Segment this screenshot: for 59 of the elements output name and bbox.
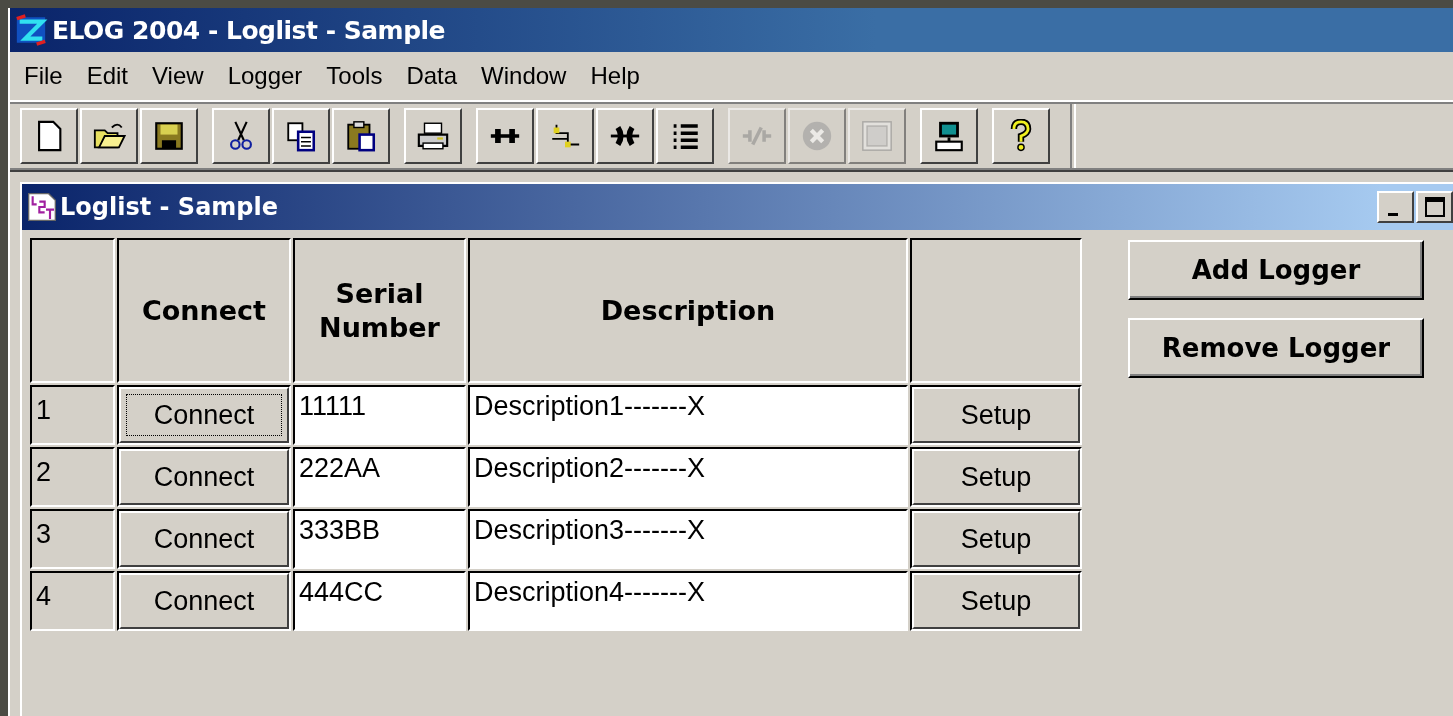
toolbar-button[interactable]: [992, 108, 1050, 164]
toolbar-button[interactable]: [272, 108, 330, 164]
menu-item[interactable]: Edit: [76, 62, 143, 90]
toolbar-button[interactable]: [140, 108, 198, 164]
connect-button[interactable]: Connect: [119, 511, 289, 567]
column-header: Connect: [117, 238, 291, 383]
serial-number-cell[interactable]: 333BB: [293, 509, 466, 569]
child-window-title: Loglist - Sample: [60, 193, 278, 221]
menu-item[interactable]: View: [142, 62, 218, 90]
menu-item[interactable]: Data: [396, 62, 472, 90]
row-number: 4: [30, 571, 115, 631]
toolbar-button[interactable]: [80, 108, 138, 164]
minimize-icon: [1387, 212, 1398, 216]
row-number: 1: [30, 385, 115, 445]
description-cell[interactable]: Description1-------X: [468, 385, 908, 445]
connect-button[interactable]: Connect: [119, 387, 289, 443]
maximize-icon: [1423, 196, 1446, 218]
toolbar-button[interactable]: [656, 108, 714, 164]
toolbar-button[interactable]: [596, 108, 654, 164]
menu-item[interactable]: Tools: [316, 62, 397, 90]
grid-icon: [860, 119, 894, 153]
row-number: 2: [30, 447, 115, 507]
copy-icon: [284, 119, 318, 153]
serial-number-cell[interactable]: 11111: [293, 385, 466, 445]
cross-circle-icon: [800, 119, 834, 153]
toolbar-button[interactable]: [404, 108, 462, 164]
toolbar-button[interactable]: [20, 108, 78, 164]
setup-button[interactable]: Setup: [912, 449, 1080, 505]
menu-item[interactable]: File: [14, 62, 77, 90]
description-cell[interactable]: Description4-------X: [468, 571, 908, 631]
clipboard-icon: [344, 119, 378, 153]
column-header: Description: [468, 238, 908, 383]
connect-button[interactable]: Connect: [119, 573, 289, 629]
toolbar-button[interactable]: [476, 108, 534, 164]
row-number: 3: [30, 509, 115, 569]
logger-button[interactable]: Remove Logger: [1128, 318, 1424, 378]
description-cell[interactable]: Description3-------X: [468, 509, 908, 569]
serial-number-cell[interactable]: 222AA: [293, 447, 466, 507]
window-title: ELOG 2004 - Loglist - Sample: [52, 15, 446, 45]
toolbar-button[interactable]: [536, 108, 594, 164]
toolbar-button[interactable]: [332, 108, 390, 164]
serial-number-cell[interactable]: 444CC: [293, 571, 466, 631]
description-cell[interactable]: Description2-------X: [468, 447, 908, 507]
setup-button[interactable]: Setup: [912, 573, 1080, 629]
connect-button[interactable]: Connect: [119, 449, 289, 505]
app-logo-icon: [14, 13, 48, 47]
menu-item[interactable]: Logger: [217, 62, 317, 90]
toolbar-button[interactable]: [920, 108, 978, 164]
minimize-button[interactable]: [1377, 191, 1414, 223]
setup-button[interactable]: Setup: [912, 387, 1080, 443]
toolbar-button[interactable]: [212, 108, 270, 164]
maximize-button[interactable]: [1416, 191, 1453, 223]
column-header: Serial Number: [293, 238, 466, 383]
menu-item[interactable]: Window: [471, 62, 581, 90]
menu-item[interactable]: Help: [580, 62, 654, 90]
computer-icon: [932, 119, 966, 153]
logger-button[interactable]: Add Logger: [1128, 240, 1424, 300]
setup-button[interactable]: Setup: [912, 511, 1080, 567]
document-icon: [26, 191, 58, 223]
